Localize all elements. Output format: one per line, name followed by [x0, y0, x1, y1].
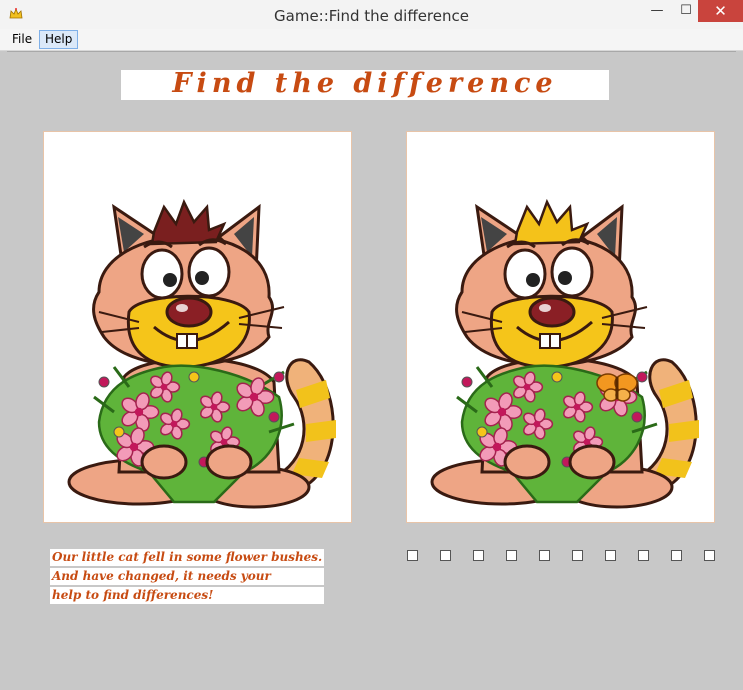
heading-banner: Find the difference: [121, 68, 609, 100]
difference-checkbox[interactable]: [704, 550, 715, 561]
difference-checkbox[interactable]: [572, 550, 583, 561]
minimize-button[interactable]: —: [643, 0, 671, 22]
difference-checkbox[interactable]: [473, 550, 484, 561]
menu-help[interactable]: Help: [39, 30, 79, 49]
difference-checkbox[interactable]: [407, 550, 418, 561]
menu-bar: File Help: [0, 29, 743, 51]
story-line: help to find differences!: [50, 587, 325, 604]
picture-changed[interactable]: [406, 131, 715, 523]
story-text: Our little cat fell in some flower bushe…: [50, 549, 325, 606]
difference-checkbox[interactable]: [638, 550, 649, 561]
maximize-button[interactable]: ☐: [672, 0, 700, 22]
cat-picture-right: [430, 198, 699, 509]
difference-checkbox[interactable]: [605, 550, 616, 561]
story-line: Our little cat fell in some flower bushe…: [50, 549, 325, 566]
game-heading: Find the difference: [172, 68, 558, 99]
difference-checkbox[interactable]: [539, 550, 550, 561]
close-button[interactable]: ✕: [698, 0, 743, 22]
story-line: And have changed, it needs your: [50, 568, 325, 585]
picture-original[interactable]: [43, 131, 352, 523]
cat-picture-left: [67, 198, 336, 509]
difference-checkbox[interactable]: [440, 550, 451, 561]
title-bar: Game::Find the difference — ☐ ✕: [0, 0, 743, 29]
window-title: Game::Find the difference: [274, 7, 469, 25]
content-divider: [7, 51, 736, 52]
difference-checkbox[interactable]: [506, 550, 517, 561]
menu-file[interactable]: File: [7, 31, 37, 48]
difference-checkbox[interactable]: [671, 550, 682, 561]
